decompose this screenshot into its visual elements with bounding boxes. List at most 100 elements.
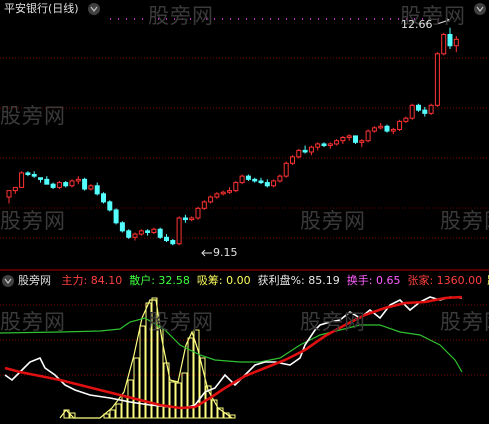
- candle-body: [434, 53, 440, 106]
- candle-body: [378, 125, 384, 129]
- candle-body: [126, 230, 132, 238]
- candle-body: [334, 140, 340, 145]
- candlestick-series: [6, 27, 459, 246]
- low-price-label: 9.15: [213, 246, 238, 259]
- candle-body: [88, 185, 94, 190]
- candle-body: [340, 137, 346, 142]
- candle-body: [182, 217, 188, 221]
- watermark: 股旁网: [300, 209, 366, 233]
- candle-body: [75, 178, 81, 182]
- candle-body: [271, 180, 277, 187]
- watermark: 股旁网: [440, 209, 489, 233]
- candle-body: [82, 178, 88, 190]
- main-force-line: [4, 295, 463, 410]
- candle-body: [441, 33, 447, 55]
- watermark: 股旁网: [0, 104, 66, 128]
- upper-grid: [0, 57, 489, 239]
- candle-body: [56, 182, 62, 188]
- candle-body: [416, 104, 421, 111]
- profit-line: [4, 296, 463, 409]
- high-price-label: 12.66: [401, 18, 433, 31]
- absorb-bar: [181, 372, 188, 419]
- candle-body: [353, 135, 358, 143]
- candle-body: [428, 104, 434, 114]
- candle-body: [44, 178, 50, 185]
- candle-body: [403, 117, 409, 122]
- candle-body: [132, 233, 138, 238]
- candle-body: [321, 143, 327, 147]
- candle-body: [277, 175, 283, 182]
- settings-icon[interactable]: [474, 3, 486, 15]
- candle-body: [94, 185, 100, 195]
- candle-body: [31, 174, 37, 177]
- candle-body: [151, 228, 157, 233]
- candle-body: [422, 109, 428, 114]
- absorb-bar: [133, 357, 140, 419]
- candle-body: [447, 33, 453, 47]
- chevron-down-icon[interactable]: [88, 3, 100, 15]
- absorb-bar: [169, 381, 176, 419]
- watermark: 股旁网: [440, 310, 489, 334]
- candle-body: [63, 182, 69, 187]
- candle-body: [170, 240, 176, 245]
- candle-body: [258, 180, 264, 184]
- candle-body: [409, 104, 415, 119]
- candle-body: [252, 178, 258, 182]
- watermark: 股旁网: [0, 209, 66, 233]
- absorb-bar: [175, 382, 182, 419]
- candle-body: [113, 209, 119, 224]
- candle-body: [384, 125, 390, 132]
- retail-line: [0, 317, 463, 373]
- candle-body: [346, 135, 352, 139]
- candle-body: [25, 172, 31, 176]
- watermark: 股旁网: [300, 310, 366, 334]
- candle-body: [290, 156, 295, 164]
- lower-grid: [0, 304, 489, 376]
- indicator-menu-icon[interactable]: [2, 275, 14, 287]
- absorb-bar: [121, 395, 128, 419]
- candle-body: [101, 193, 106, 203]
- candle-body: [107, 201, 113, 211]
- candle-body: [201, 201, 207, 209]
- indicator-legend: 主力: 84.10 散户: 32.58 吸筹: 0.00 获利盘%: 85.19 换手:…: [55, 274, 489, 287]
- absorb-bar: [115, 403, 122, 419]
- indicator-name: 股旁网: [18, 274, 51, 287]
- candle-body: [19, 172, 25, 188]
- candle-body: [227, 190, 232, 193]
- candle-body: [233, 182, 239, 192]
- absorb-bar: [109, 409, 116, 419]
- candle-body: [189, 217, 195, 221]
- legend-item: 主力: 84.10: [61, 274, 123, 287]
- legend-item: 获利盘%: 85.19: [257, 274, 340, 287]
- candle-body: [371, 127, 377, 132]
- candle-body: [397, 120, 403, 130]
- candle-body: [157, 228, 163, 238]
- candle-body: [296, 149, 302, 158]
- chart-canvas: [0, 3, 489, 419]
- candle-body: [69, 180, 75, 187]
- legend-item: 换手: 0.65: [346, 274, 401, 287]
- candle-body: [453, 38, 459, 47]
- candle-body: [6, 190, 12, 198]
- candle-body: [38, 177, 43, 180]
- candle-body: [119, 222, 125, 232]
- candle-body: [315, 143, 321, 148]
- watermark: 股旁网: [148, 4, 214, 28]
- candle-body: [195, 207, 201, 219]
- candle-body: [365, 130, 371, 142]
- candle-body: [245, 175, 251, 180]
- candle-body: [239, 175, 245, 184]
- candle-body: [220, 191, 226, 195]
- candle-body: [283, 162, 289, 177]
- candle-body: [176, 217, 182, 245]
- candle-body: [308, 146, 314, 153]
- candle-body: [12, 186, 18, 192]
- candle-body: [327, 143, 333, 147]
- candle-body: [214, 193, 220, 198]
- candle-body: [359, 140, 365, 143]
- watermark: 股旁网: [0, 310, 66, 334]
- candle-body: [264, 182, 270, 187]
- watermark: 股旁网: [148, 310, 214, 334]
- candle-body: [145, 230, 151, 233]
- candle-body: [164, 236, 169, 242]
